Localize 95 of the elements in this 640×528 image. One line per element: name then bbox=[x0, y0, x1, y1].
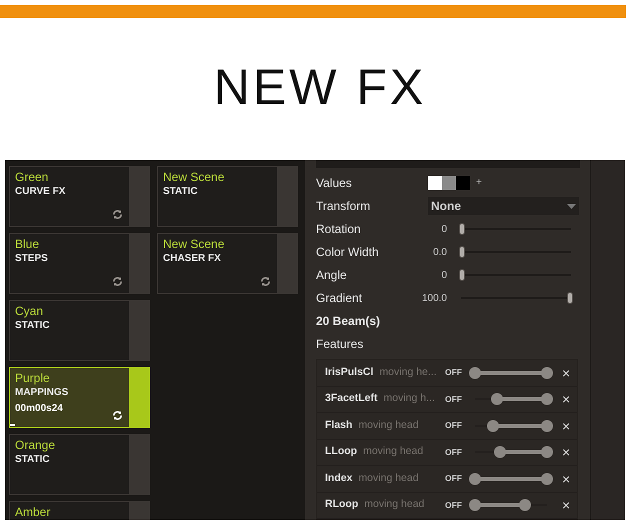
color-swatch[interactable] bbox=[428, 176, 442, 190]
features-heading: Features bbox=[316, 336, 364, 353]
scene-type: CURVE FX bbox=[15, 185, 66, 198]
scene-type: STATIC bbox=[15, 319, 50, 332]
property-label: Values bbox=[316, 174, 353, 192]
feature-row[interactable]: Index moving head OFF × bbox=[317, 466, 577, 492]
feature-state: OFF bbox=[445, 392, 463, 406]
scene-name: Blue bbox=[15, 237, 40, 252]
range-slider[interactable] bbox=[469, 472, 553, 486]
scene-tile[interactable]: New Scene STATIC bbox=[157, 166, 298, 227]
feature-row[interactable]: Flash moving head OFF × bbox=[317, 413, 577, 440]
scene-type: STATIC bbox=[15, 453, 50, 466]
feature-row[interactable]: 3FacetLeft moving h... OFF × bbox=[317, 386, 577, 413]
slider-thumb[interactable] bbox=[459, 269, 465, 282]
scene-tile[interactable]: Cyan STATIC bbox=[9, 300, 150, 361]
slider-thumb[interactable] bbox=[459, 246, 465, 258]
color-swatch[interactable] bbox=[456, 176, 470, 190]
feature-name: Flash bbox=[325, 418, 352, 433]
range-thumb[interactable] bbox=[519, 499, 532, 512]
scene-name: New Scene bbox=[163, 237, 224, 252]
property-label: Gradient bbox=[316, 290, 364, 308]
property-value: 0.0 bbox=[432, 246, 447, 260]
scene-name: Cyan bbox=[15, 304, 44, 319]
feature-name: IrisPulsCl bbox=[325, 364, 374, 380]
range-thumb[interactable] bbox=[541, 420, 553, 432]
range-thumb[interactable] bbox=[541, 393, 553, 406]
beam-count: 20 Beam(s) bbox=[316, 313, 380, 330]
fixture-type: moving h... bbox=[384, 391, 435, 406]
feature-state: OFF bbox=[445, 366, 463, 380]
range-thumb[interactable] bbox=[469, 472, 481, 485]
fixture-type: moving head bbox=[358, 470, 419, 486]
scene-type: STATIC bbox=[163, 185, 198, 198]
remove-button[interactable]: × bbox=[562, 445, 570, 460]
remove-button[interactable]: × bbox=[562, 366, 570, 380]
feature-row[interactable]: LLoop moving head OFF × bbox=[317, 440, 577, 466]
range-thumb[interactable] bbox=[494, 446, 506, 458]
scene-name: New Scene bbox=[163, 170, 224, 185]
caret-icon bbox=[567, 204, 576, 209]
feature-name: RLoop bbox=[325, 497, 358, 512]
slider-thumb[interactable] bbox=[459, 223, 465, 236]
feature-name: Index bbox=[325, 470, 352, 486]
page-title: NEW FX bbox=[214, 59, 426, 115]
range-thumb[interactable] bbox=[487, 420, 499, 432]
scene-tile[interactable]: Orange STATIC bbox=[9, 434, 150, 495]
scene-name: Purple bbox=[15, 371, 50, 386]
remove-button[interactable]: × bbox=[562, 418, 570, 433]
fixture-type: moving head bbox=[363, 444, 424, 460]
slider-thumb[interactable] bbox=[567, 292, 573, 304]
scene-tile[interactable]: Amber bbox=[9, 501, 150, 520]
fixture-type: moving head bbox=[364, 497, 424, 512]
property-value: 0 bbox=[440, 222, 447, 237]
slider[interactable] bbox=[459, 222, 573, 236]
feature-row[interactable]: IrisPulsCl moving he... OFF × bbox=[317, 360, 577, 386]
feature-name: 3FacetLeft bbox=[325, 391, 378, 406]
range-thumb[interactable] bbox=[541, 472, 553, 485]
fixture-type: moving he... bbox=[379, 364, 437, 380]
scene-tile[interactable]: Green CURVE FX bbox=[9, 166, 150, 227]
add-swatch-button[interactable]: + bbox=[476, 175, 482, 190]
scene-type: CHASER FX bbox=[163, 252, 221, 265]
range-thumb[interactable] bbox=[469, 366, 481, 379]
scene-name: Green bbox=[15, 170, 48, 185]
remove-button[interactable]: × bbox=[562, 472, 570, 486]
remove-button[interactable]: × bbox=[562, 392, 570, 406]
scene-type: MAPPINGS bbox=[15, 386, 68, 399]
range-thumb[interactable] bbox=[490, 393, 503, 406]
feature-name: LLoop bbox=[325, 444, 358, 460]
range-thumb[interactable] bbox=[541, 446, 553, 458]
scene-name: Orange bbox=[15, 438, 56, 453]
range-thumb[interactable] bbox=[469, 499, 481, 512]
scene-name: Amber bbox=[15, 505, 50, 520]
property-value: 100.0 bbox=[420, 292, 447, 306]
range-thumb[interactable] bbox=[541, 366, 553, 379]
range-slider[interactable] bbox=[469, 366, 553, 380]
feature-state: OFF bbox=[445, 446, 463, 459]
feature-state: OFF bbox=[445, 472, 463, 486]
color-swatch[interactable] bbox=[442, 176, 456, 190]
property-label: Angle bbox=[316, 267, 348, 284]
property-label: Transform bbox=[316, 198, 372, 216]
property-value: 0 bbox=[440, 268, 447, 283]
scene-time: 00m00s24 bbox=[15, 402, 63, 416]
scene-type: STEPS bbox=[15, 252, 48, 265]
transform-dropdown[interactable]: None bbox=[428, 197, 579, 216]
scene-tile[interactable]: New Scene CHASER FX bbox=[157, 233, 298, 294]
scene-tile[interactable]: Purple MAPPINGS 00m00s24 bbox=[9, 367, 150, 428]
slider[interactable] bbox=[459, 291, 573, 306]
slider[interactable] bbox=[459, 245, 573, 260]
fixture-type: moving head bbox=[358, 418, 419, 433]
scene-tile[interactable]: Blue STEPS bbox=[9, 233, 150, 294]
remove-button[interactable]: × bbox=[562, 498, 570, 512]
slider[interactable] bbox=[459, 268, 573, 282]
property-label: Rotation bbox=[316, 221, 362, 238]
feature-state: OFF bbox=[445, 419, 463, 432]
property-label: Color Width bbox=[316, 244, 380, 262]
feature-state: OFF bbox=[445, 498, 463, 512]
feature-row[interactable]: RLoop moving head OFF × bbox=[317, 492, 577, 519]
